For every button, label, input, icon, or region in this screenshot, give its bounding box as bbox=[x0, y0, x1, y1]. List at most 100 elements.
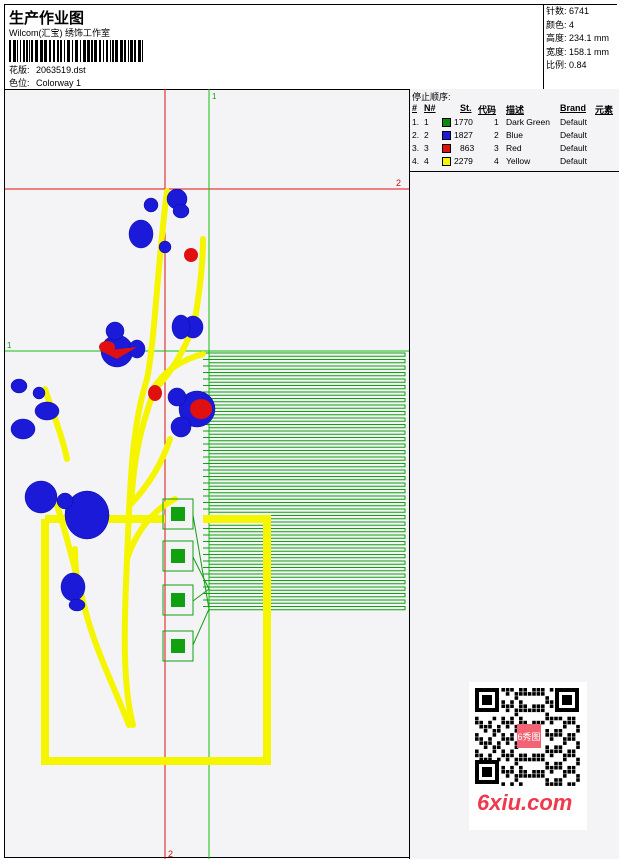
qr-module bbox=[510, 765, 514, 770]
qr-module bbox=[532, 708, 536, 713]
qr-module bbox=[563, 724, 567, 729]
qr-module bbox=[501, 700, 505, 704]
qr-module bbox=[492, 745, 497, 749]
qr-module bbox=[519, 708, 523, 713]
qr-module bbox=[479, 757, 483, 762]
barcode-bar bbox=[120, 40, 123, 62]
qr-module bbox=[497, 724, 501, 729]
qr-module bbox=[519, 782, 523, 786]
barcode-bar bbox=[134, 40, 136, 62]
qr-module bbox=[523, 753, 527, 758]
colorway-label: 色位: bbox=[9, 78, 30, 88]
qr-module bbox=[519, 753, 523, 758]
qr-module bbox=[563, 757, 567, 762]
qr-module bbox=[514, 778, 519, 782]
barcode-bar bbox=[115, 40, 118, 62]
col-header-code: 代码 bbox=[478, 105, 497, 115]
fill-stripe bbox=[203, 586, 406, 591]
qr-module bbox=[571, 733, 576, 737]
barcode-bar bbox=[110, 40, 111, 62]
fill-stripe bbox=[203, 534, 406, 539]
qr-module bbox=[549, 770, 554, 774]
stat-height: 高度: 234.1 mm bbox=[546, 33, 610, 43]
fill-stripe bbox=[203, 365, 406, 370]
qr-module bbox=[523, 770, 527, 774]
qr-module bbox=[501, 704, 505, 708]
barcode-bar bbox=[64, 40, 65, 62]
qr-module bbox=[488, 724, 492, 729]
qr-module bbox=[558, 761, 563, 766]
qr-module bbox=[532, 720, 536, 725]
barcode-bar bbox=[44, 40, 47, 62]
company-name: Wilcom(汇宝) 绣饰工作室 bbox=[9, 28, 110, 38]
barcode-bar bbox=[138, 40, 141, 62]
qr-code-graphic: 6秀图 bbox=[475, 688, 580, 786]
barcode-bar bbox=[49, 40, 51, 62]
col-header-stitches: St. bbox=[460, 103, 472, 113]
qr-module bbox=[475, 753, 479, 758]
barcode-bar bbox=[53, 40, 55, 62]
guide-label-bottom: 2 bbox=[168, 849, 173, 859]
qr-module bbox=[510, 720, 514, 725]
fill-stripe bbox=[203, 528, 406, 533]
qr-module bbox=[501, 720, 505, 725]
qr-module bbox=[501, 733, 505, 737]
barcode-bar bbox=[40, 40, 43, 62]
fill-stripe bbox=[203, 450, 406, 455]
qr-module bbox=[576, 745, 580, 749]
qr-module bbox=[514, 774, 519, 778]
barcode-bar bbox=[29, 40, 30, 62]
qr-module bbox=[519, 704, 523, 708]
qr-module bbox=[541, 770, 545, 774]
qr-module bbox=[523, 688, 527, 692]
qr-module bbox=[567, 765, 571, 770]
fill-stripe bbox=[203, 385, 406, 390]
qr-module bbox=[483, 745, 488, 749]
qr-module bbox=[541, 688, 545, 692]
qr-module bbox=[510, 782, 514, 786]
qr-module bbox=[549, 700, 554, 704]
barcode-bar bbox=[106, 40, 108, 62]
qr-module bbox=[479, 753, 483, 758]
qr-module bbox=[571, 782, 576, 786]
fill-stripe bbox=[203, 560, 406, 565]
qr-module bbox=[527, 692, 532, 696]
qr-module bbox=[545, 733, 549, 737]
color-swatch bbox=[442, 131, 451, 140]
barcode-bar bbox=[99, 40, 101, 62]
qr-module bbox=[519, 688, 523, 692]
qr-module bbox=[541, 757, 545, 762]
qr-module bbox=[532, 753, 536, 758]
qr-module bbox=[532, 757, 536, 762]
guide-label-right: 2 bbox=[396, 178, 401, 188]
qr-module bbox=[519, 692, 523, 696]
barcode-bar bbox=[83, 40, 86, 62]
qr-module bbox=[505, 704, 510, 708]
fill-stripe bbox=[203, 599, 406, 604]
barcode-bar bbox=[26, 40, 28, 62]
fill-stripe bbox=[203, 573, 406, 578]
fill-stripe bbox=[203, 463, 406, 468]
qr-module bbox=[545, 712, 549, 717]
qr-module bbox=[505, 770, 510, 774]
qr-module bbox=[505, 757, 510, 762]
guide-label-top: 1 bbox=[212, 92, 217, 101]
qr-module bbox=[545, 765, 549, 770]
qr-module bbox=[497, 741, 501, 745]
qr-module bbox=[541, 704, 545, 708]
qr-module bbox=[558, 778, 563, 782]
qr-module bbox=[492, 729, 497, 733]
qr-module bbox=[505, 753, 510, 758]
qr-module bbox=[523, 708, 527, 713]
qr-module bbox=[567, 716, 571, 721]
barcode-bar bbox=[128, 40, 129, 62]
qr-module bbox=[567, 749, 571, 754]
col-header-brand: Brand bbox=[560, 103, 587, 113]
qr-module bbox=[505, 774, 510, 778]
barcode-bar bbox=[57, 40, 59, 62]
fill-stripe bbox=[203, 443, 406, 448]
page-title: 生产作业图 bbox=[9, 10, 85, 27]
qr-module bbox=[479, 737, 483, 741]
qr-module bbox=[479, 724, 483, 729]
fill-stripe bbox=[203, 567, 406, 572]
